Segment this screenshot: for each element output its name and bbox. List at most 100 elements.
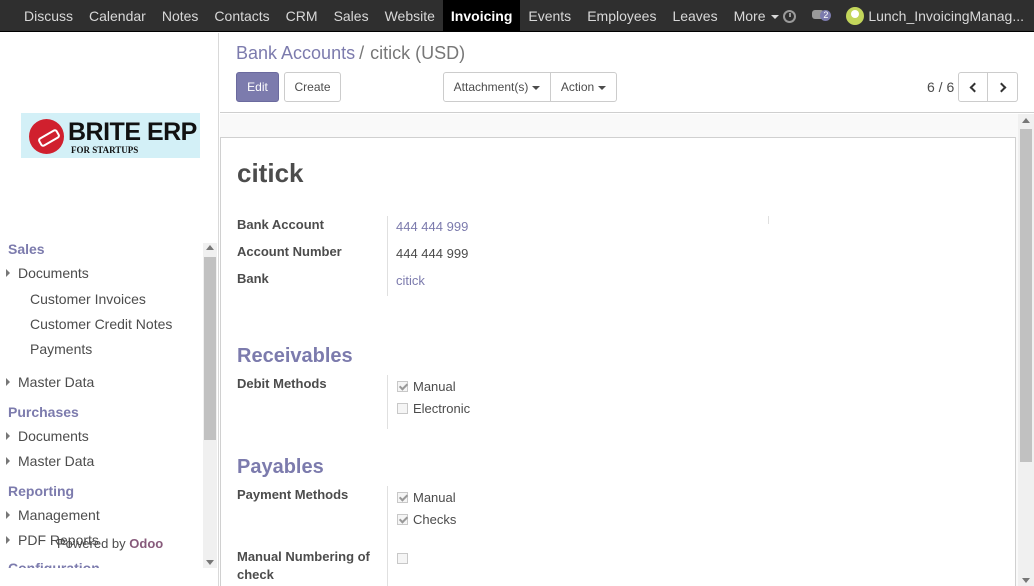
menu-discuss[interactable]: Discuss (16, 0, 81, 32)
caret-right-icon (6, 511, 10, 519)
payment-checks-label: Checks (413, 512, 457, 527)
scrollbar-thumb[interactable] (1020, 129, 1032, 462)
caret-right-icon (6, 269, 10, 277)
sidebar-item-sales-documents[interactable]: Documents (6, 265, 89, 281)
sidebar-section-sales: Sales (8, 241, 45, 257)
sidebar: BRITE ERP FOR STARTUPS Sales Documents C… (0, 33, 219, 586)
more-label: More (733, 8, 766, 24)
logo-brand: BRITE ERP (68, 118, 197, 146)
sidebar-item-customer-invoices[interactable]: Customer Invoices (30, 291, 146, 307)
menu-crm[interactable]: CRM (278, 0, 326, 32)
sidebar-section-reporting: Reporting (8, 483, 75, 499)
powered-by-label: Powered by (57, 536, 126, 551)
menu-invoicing[interactable]: Invoicing (442, 0, 521, 32)
chat-icon[interactable]: 2 (812, 9, 834, 23)
scrollbar-thumb[interactable] (204, 257, 216, 440)
caret-right-icon (6, 378, 10, 386)
debit-electronic-label: Electronic (413, 401, 471, 416)
menu-notes[interactable]: Notes (154, 0, 207, 32)
record-title: citick (237, 158, 304, 188)
field-divider (768, 216, 769, 224)
systray: 2 Lunch_InvoicingManag... (783, 0, 1024, 32)
scroll-down-icon[interactable] (1022, 578, 1030, 583)
menu-contacts[interactable]: Contacts (206, 0, 277, 32)
chevron-right-icon (996, 82, 1006, 93)
scroll-up-icon[interactable] (1022, 118, 1030, 123)
bank-label: Bank (237, 271, 269, 286)
create-button[interactable]: Create (284, 72, 341, 102)
sidebar-section-purchases: Purchases (8, 404, 79, 420)
breadcrumb: Bank Accounts / citick (USD) (236, 43, 465, 64)
sidebar-item-label: Master Data (18, 374, 95, 390)
bank-account-value[interactable]: 444 444 999 (396, 219, 468, 234)
attachments-label: Attachment(s) (453, 80, 529, 94)
receivables-heading: Receivables (237, 345, 353, 367)
account-number-label: Account Number (237, 244, 342, 259)
breadcrumb-bank-accounts[interactable]: Bank Accounts (236, 43, 355, 63)
pager-previous-button[interactable] (958, 72, 988, 102)
menu-sales[interactable]: Sales (326, 0, 377, 32)
scroll-up-icon[interactable] (206, 245, 214, 250)
caret-right-icon (6, 432, 10, 440)
bank-account-label: Bank Account (237, 217, 324, 232)
sidebar-item-purchases-documents[interactable]: Documents (6, 428, 89, 444)
menu-more[interactable]: More (726, 0, 787, 32)
app-menu: Discuss Calendar Notes Contacts CRM Sale… (16, 0, 787, 32)
sidebar-item-management[interactable]: Management (6, 507, 100, 523)
sidebar-item-label: Management (18, 507, 100, 523)
field-divider (387, 486, 388, 586)
edit-button[interactable]: Edit (236, 72, 279, 102)
account-number-value: 444 444 999 (396, 246, 469, 261)
sidebar-item-payments[interactable]: Payments (30, 341, 92, 357)
menu-events[interactable]: Events (520, 0, 579, 32)
sidebar-scrollbar[interactable] (203, 243, 217, 568)
logo-mark-icon (29, 119, 64, 154)
menu-calendar[interactable]: Calendar (81, 0, 154, 32)
caret-right-icon (6, 457, 10, 465)
user-avatar[interactable] (846, 7, 865, 25)
payment-manual-label: Manual (413, 490, 456, 505)
manual-numbering-label: Manual Numbering of check (237, 549, 370, 582)
logo-tagline: FOR STARTUPS (71, 145, 139, 155)
user-menu[interactable]: Lunch_InvoicingManag... (868, 8, 1024, 24)
payables-heading: Payables (237, 456, 324, 478)
action-label: Action (560, 80, 595, 94)
menu-employees[interactable]: Employees (579, 0, 664, 32)
caret-down-icon (770, 15, 779, 20)
chat-badge: 2 (820, 10, 832, 21)
sidebar-item-label: Master Data (18, 453, 95, 469)
menu-website[interactable]: Website (377, 0, 443, 32)
payment-manual-checkbox[interactable] (397, 492, 408, 503)
caret-down-icon (532, 85, 541, 90)
menu-leaves[interactable]: Leaves (664, 0, 725, 32)
chevron-left-icon (969, 82, 980, 93)
main-scrollbar[interactable] (1018, 114, 1034, 586)
control-panel: Bank Accounts / citick (USD) Edit Create A… (220, 33, 1034, 113)
manual-numbering-checkbox[interactable] (397, 553, 408, 564)
debit-manual-checkbox[interactable] (397, 381, 408, 392)
sidebar-item-purchases-master-data[interactable]: Master Data (6, 453, 95, 469)
debit-methods-label: Debit Methods (237, 376, 327, 391)
pager-next-button[interactable] (987, 72, 1018, 102)
sidebar-item-sales-master-data[interactable]: Master Data (6, 374, 95, 390)
debit-electronic-checkbox[interactable] (397, 403, 408, 414)
form-view: citick Bank Account Account Number Bank … (220, 114, 1018, 586)
breadcrumb-separator: / (359, 43, 365, 63)
powered-by: Powered by Odoo (57, 536, 163, 551)
sidebar-section-configuration: Configuration (8, 560, 100, 568)
action-dropdown[interactable]: Action (550, 72, 617, 102)
payment-methods-label: Payment Methods (237, 487, 349, 502)
sidebar-item-label: Documents (18, 428, 89, 444)
company-logo: BRITE ERP FOR STARTUPS (21, 113, 200, 158)
odoo-link[interactable]: Odoo (129, 536, 163, 551)
payment-checks-checkbox[interactable] (397, 514, 408, 525)
breadcrumb-current: citick (USD) (370, 43, 466, 63)
caret-down-icon (598, 85, 607, 90)
bank-value[interactable]: citick (396, 273, 425, 288)
form-sheet: citick Bank Account Account Number Bank … (220, 137, 1016, 586)
sidebar-item-customer-credit-notes[interactable]: Customer Credit Notes (30, 316, 172, 332)
scroll-down-icon[interactable] (206, 560, 214, 565)
clock-icon[interactable] (783, 9, 797, 23)
attachments-dropdown[interactable]: Attachment(s) (443, 72, 551, 102)
pager-value[interactable]: 6 / 6 (927, 79, 954, 95)
